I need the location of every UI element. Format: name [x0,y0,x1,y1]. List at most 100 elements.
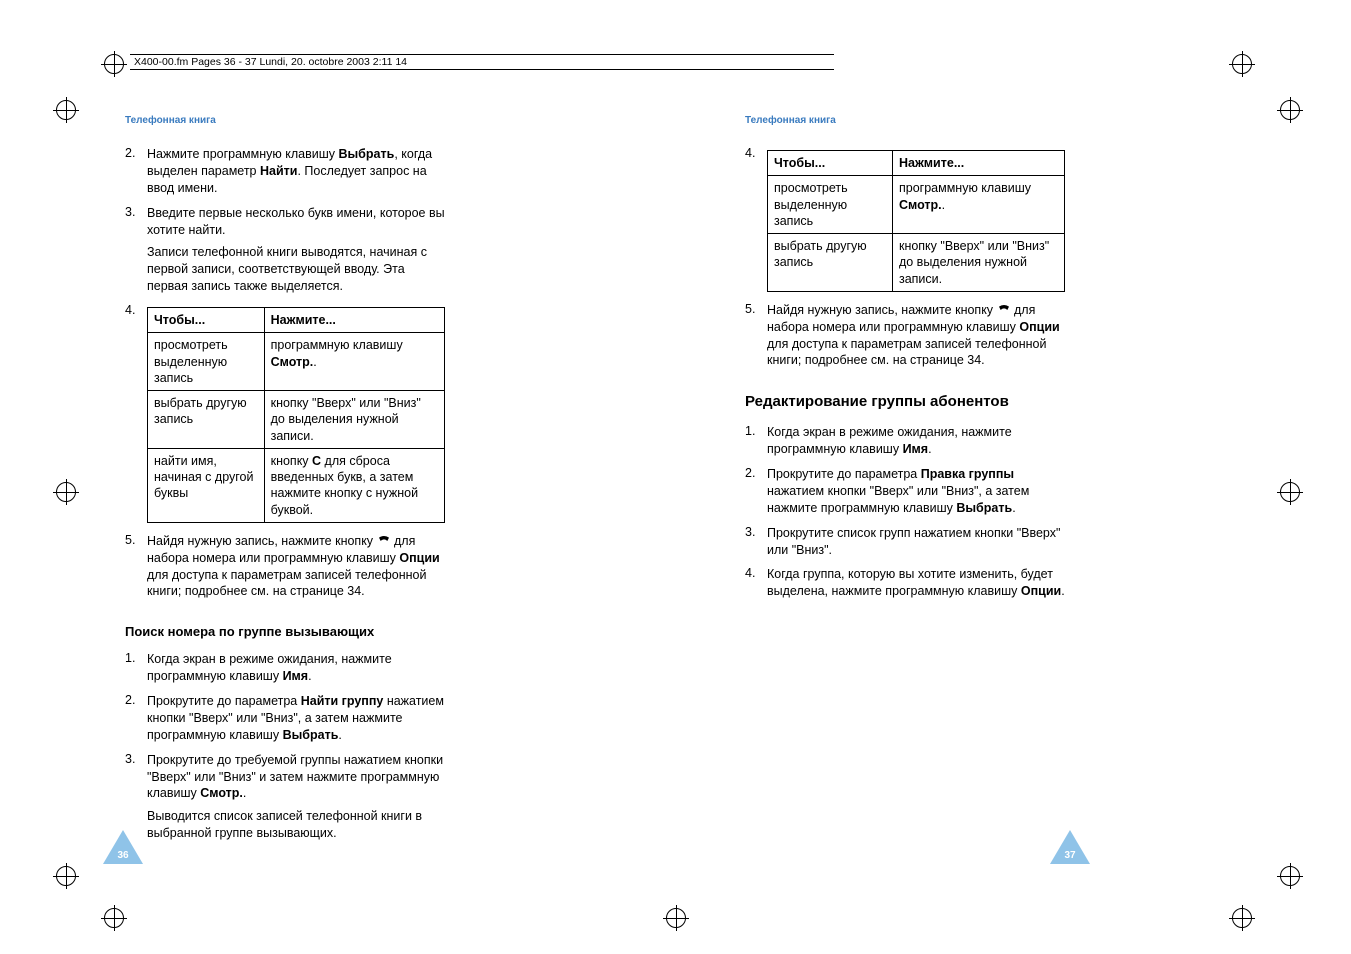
text: для доступа к параметрам записей телефон… [147,568,426,599]
list-body: Прокрутите до параметра Найти группу наж… [147,693,445,744]
list-item: 5. Найдя нужную запись, нажмите кнопку д… [125,533,445,601]
text: Найдя нужную запись, нажмите кнопку [147,534,377,548]
text: для доступа к параметрам записей телефон… [767,337,1046,368]
table-header: Нажмите... [264,308,444,333]
bold-text: Опции [1021,584,1061,598]
list-number: 1. [125,651,147,685]
table-row: выбрать другую запись кнопку "Вверх" или… [148,391,445,449]
text: . [928,442,931,456]
text: Когда группа, которую вы хотите изменить… [767,567,1053,598]
bold-text: Найти группу [301,694,384,708]
text: кнопку [271,454,312,468]
list-number: 3. [125,205,147,295]
bold-text: Имя [283,669,309,683]
list-body: Введите первые несколько букв имени, кот… [147,205,445,295]
list-body: Нажмите программную клавишу Выбрать, ког… [147,146,445,197]
text: . [308,669,311,683]
registration-mark [56,100,76,120]
page-number-left: 36 [103,850,143,861]
list-item: 3. Прокрутите до требуемой группы нажати… [125,752,445,842]
list-body: Когда экран в режиме ожидания, нажмите п… [147,651,445,685]
table-cell: кнопку C для сброса введенных букв, а за… [264,448,444,522]
table-header: Чтобы... [148,308,265,333]
list-item: 4. Чтобы... Нажмите... просмотреть выдел… [745,146,1065,292]
table-cell: просмотреть выделенную запись [768,176,893,234]
section-heading: Редактирование группы абонентов [745,393,1065,410]
list-number: 4. [745,146,767,292]
registration-mark [1232,54,1252,74]
bold-text: Смотр. [200,786,243,800]
bold-text: C [312,454,321,468]
paragraph: Записи телефонной книги выводятся, начин… [147,244,445,295]
registration-mark [666,908,686,928]
table-cell: выбрать другую запись [768,234,893,292]
bold-text: Найти [260,164,297,178]
list-number: 2. [125,146,147,197]
bold-text: Опции [1019,320,1059,334]
list-number: 3. [125,752,147,842]
dial-icon [997,305,1011,315]
actions-table: Чтобы... Нажмите... просмотреть выделенн… [767,150,1065,292]
bold-text: Смотр. [271,355,314,369]
bold-text: Правка группы [921,467,1014,481]
table-row: найти имя, начиная с другой буквы кнопку… [148,448,445,522]
text: программную клавишу [899,181,1031,195]
list-number: 1. [745,424,767,458]
registration-mark [1232,908,1252,928]
list-item: 3. Введите первые несколько букв имени, … [125,205,445,295]
text: Введите первые несколько букв имени, кот… [147,206,445,237]
table-header: Нажмите... [892,151,1064,176]
text: программную клавишу [271,338,403,352]
list-number: 2. [125,693,147,744]
text: Найдя нужную запись, нажмите кнопку [767,303,997,317]
registration-mark [56,866,76,886]
table-cell: кнопку "Вверх" или "Вниз" до выделения н… [264,391,444,449]
registration-mark [104,908,124,928]
table-cell: просмотреть выделенную запись [148,333,265,391]
list-body: Когда экран в режиме ожидания, нажмите п… [767,424,1065,458]
text: . [1061,584,1064,598]
list-item: 5. Найдя нужную запись, нажмите кнопку д… [745,302,1065,370]
table-header: Чтобы... [768,151,893,176]
table-cell: программную клавишу Смотр.. [264,333,444,391]
list-item: 1. Когда экран в режиме ожидания, нажмит… [125,651,445,685]
left-page: Телефонная книга 2. Нажмите программную … [125,115,445,850]
sub-heading: Поиск номера по группе вызывающих [125,624,445,639]
table-cell: выбрать другую запись [148,391,265,449]
paragraph: Выводится список записей телефонной книг… [147,808,445,842]
list-body: Найдя нужную запись, нажмите кнопку для … [147,533,445,601]
text: Прокрутите до параметра [147,694,301,708]
table-row: просмотреть выделенную запись программну… [768,176,1065,234]
table-cell: найти имя, начиная с другой буквы [148,448,265,522]
right-page: Телефонная книга 4. Чтобы... Нажмите... … [745,115,1065,850]
text: . [942,198,945,212]
text: Прокрутите до требуемой группы нажатием … [147,753,443,801]
list-body: Когда группа, которую вы хотите изменить… [767,566,1065,600]
running-head-left: Телефонная книга [125,115,445,126]
list-number: 2. [745,466,767,517]
list-body: Найдя нужную запись, нажмите кнопку для … [767,302,1065,370]
list-item: 2. Нажмите программную клавишу Выбрать, … [125,146,445,197]
table-cell: программную клавишу Смотр.. [892,176,1064,234]
list-number: 3. [745,525,767,559]
list-item: 4. Чтобы... Нажмите... просмотреть выдел… [125,303,445,523]
list-item: 2. Прокрутите до параметра Правка группы… [745,466,1065,517]
list-body: Прокрутите до параметра Правка группы на… [767,466,1065,517]
header-filename: X400-00.fm Pages 36 - 37 Lundi, 20. octo… [130,54,834,70]
text: . [313,355,316,369]
list-item: 3. Прокрутите список групп нажатием кноп… [745,525,1065,559]
list-body: Чтобы... Нажмите... просмотреть выделенн… [767,146,1065,292]
list-item: 1. Когда экран в режиме ожидания, нажмит… [745,424,1065,458]
list-number: 4. [745,566,767,600]
text: Когда экран в режиме ожидания, нажмите п… [147,652,392,683]
text: . [338,728,341,742]
page-number-right: 37 [1050,850,1090,861]
list-body: Прокрутите до требуемой группы нажатием … [147,752,445,842]
list-body: Прокрутите список групп нажатием кнопки … [767,525,1065,559]
registration-mark [104,54,124,74]
dial-icon [377,536,391,546]
list-item: 4. Когда группа, которую вы хотите измен… [745,566,1065,600]
list-item: 2. Прокрутите до параметра Найти группу … [125,693,445,744]
registration-mark [56,482,76,502]
list-number: 5. [125,533,147,601]
